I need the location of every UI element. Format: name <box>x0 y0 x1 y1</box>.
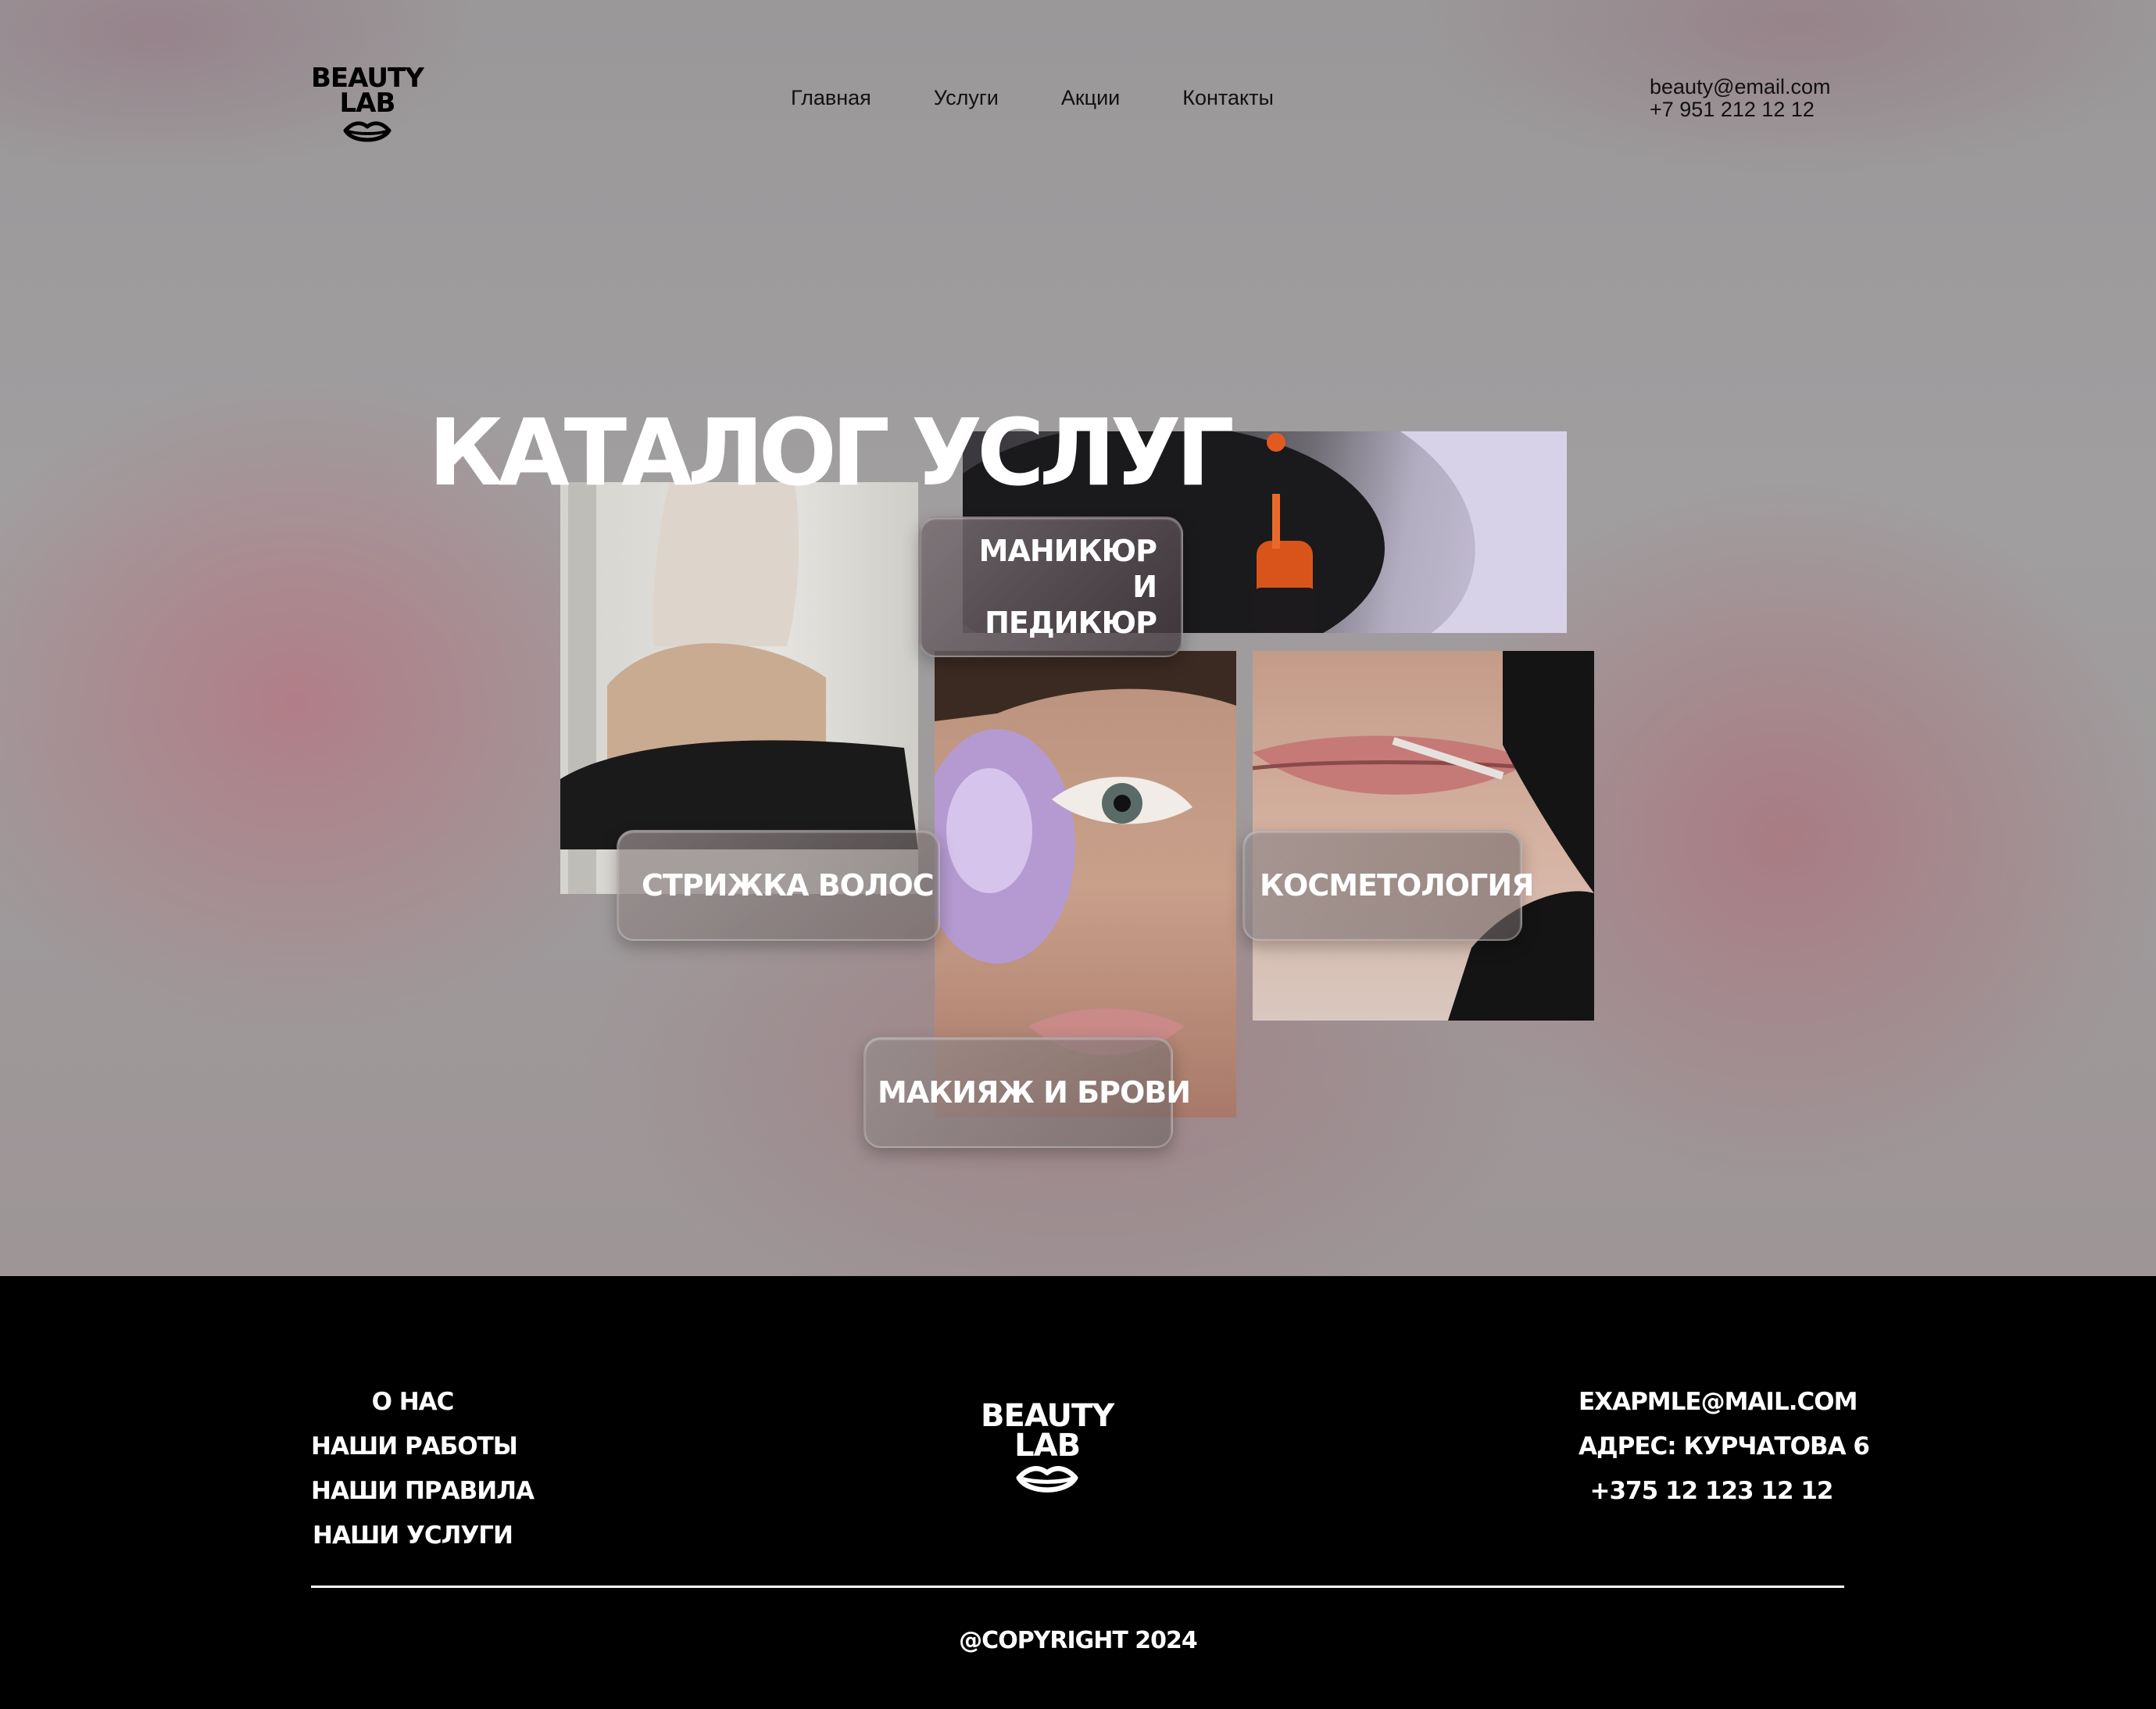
footer-link-works[interactable]: НАШИ РАБОТЫ <box>311 1425 518 1469</box>
footer-logo-text-lab: LAB <box>1014 1428 1081 1464</box>
logo-text-lab: LAB <box>339 88 395 120</box>
footer-logo[interactable]: BEAUTY LAB <box>981 1398 1114 1498</box>
header-contacts: beauty@email.com +7 951 212 12 12 <box>1650 76 1831 121</box>
logo[interactable]: BEAUTY LAB <box>311 65 424 146</box>
catalog-title: КАТАЛОГ УСЛУГ <box>428 399 1235 506</box>
makeup-label: МАКИЯЖ И БРОВИ <box>878 1075 1191 1110</box>
footer-link-rules[interactable]: НАШИ ПРАВИЛА <box>311 1469 535 1514</box>
footer-address: АДРЕС: КУРЧАТОВА 6 <box>1579 1432 1870 1461</box>
header-email[interactable]: beauty@email.com <box>1650 76 1831 98</box>
card-haircut[interactable]: СТРИЖКА ВОЛОС <box>617 830 940 941</box>
manicure-label-line3: ПЕДИКЮР <box>985 606 1157 640</box>
header-phone[interactable]: +7 951 212 12 12 <box>1650 98 1831 121</box>
footer-link-about[interactable]: О НАС <box>311 1380 514 1425</box>
nav-link-promotions[interactable]: Акции <box>1061 86 1120 110</box>
cosmetology-label: КОСМЕТОЛОГИЯ <box>1260 868 1534 903</box>
hero-section: BEAUTY LAB Главная Услуги Акции Контакты… <box>0 0 2156 1276</box>
nav-link-services[interactable]: Услуги <box>934 86 999 110</box>
footer-phone[interactable]: +375 12 123 12 12 <box>1579 1469 1844 1514</box>
card-cosmetology[interactable]: КОСМЕТОЛОГИЯ <box>1242 830 1534 941</box>
lips-icon <box>1016 1466 1078 1493</box>
lips-icon <box>343 120 392 141</box>
nav-link-contacts[interactable]: Контакты <box>1182 86 1274 110</box>
footer-contacts: EXAPMLE@MAIL.COM АДРЕС: КУРЧАТОВА 6 +375… <box>1579 1380 1870 1514</box>
card-makeup[interactable]: МАКИЯЖ И БРОВИ <box>863 1037 1191 1148</box>
manicure-label-line2: И <box>1132 570 1157 604</box>
manicure-label-line1: МАНИКЮР <box>978 534 1157 568</box>
footer-link-services[interactable]: НАШИ УСЛУГИ <box>311 1514 514 1558</box>
card-manicure[interactable]: МАНИКЮР И ПЕДИКЮР <box>919 517 1183 657</box>
footer-logo-text-beauty: BEAUTY <box>981 1398 1114 1434</box>
footer-email[interactable]: EXAPMLE@MAIL.COM <box>1579 1380 1857 1425</box>
footer-links: О НАС НАШИ РАБОТЫ НАШИ ПРАВИЛА НАШИ УСЛУ… <box>311 1380 535 1558</box>
nav-link-home[interactable]: Главная <box>791 86 871 110</box>
footer-divider <box>311 1586 1844 1588</box>
copyright: @COPYRIGHT 2024 <box>959 1627 1198 1654</box>
main-nav: Главная Услуги Акции Контакты <box>791 86 1336 110</box>
haircut-label: СТРИЖКА ВОЛОС <box>642 868 935 903</box>
